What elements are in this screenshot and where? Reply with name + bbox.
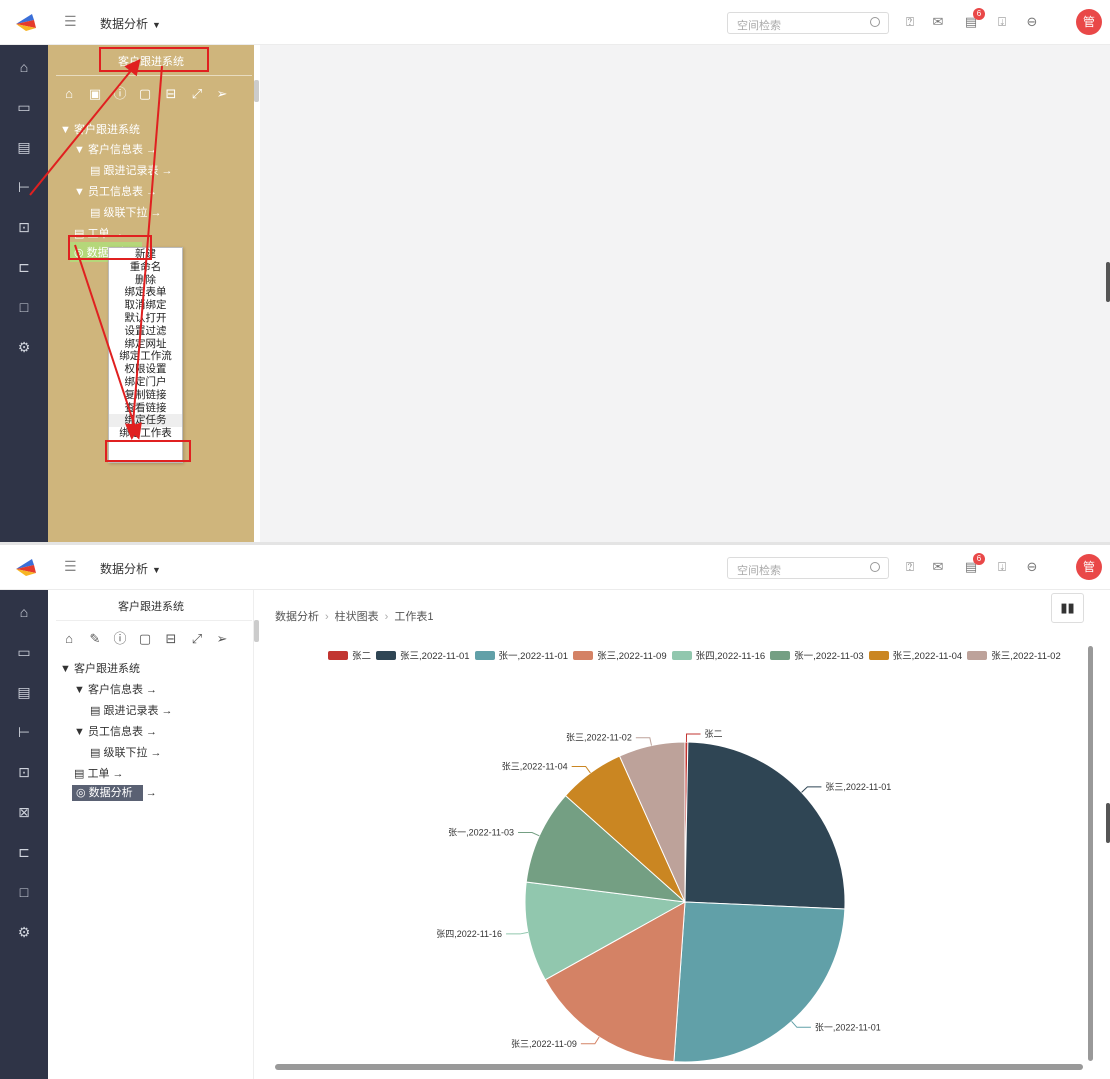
hierarchy-icon[interactable]: ⊢ — [14, 722, 34, 742]
shirt-icon[interactable]: ⍗ — [994, 559, 1010, 575]
screenshot-panel-chart: ☰ 数据分析 ▼ 空间检索 ⍰ ✉ ▤ 6 ⍗ ⊖ 管 ⌂ ▭ ▤ ⊢ ⊡ ⊠ ⊏ … — [0, 545, 1110, 1079]
slice-label: 张三,2022-11-04 — [502, 762, 568, 772]
slice-leader-line — [635, 737, 653, 746]
left-nav: ⌂ ▭ ▤ ⊢ ⊡ ⊠ ⊏ □ ⚙ — [0, 590, 48, 1079]
slice-leader-line — [580, 1036, 600, 1045]
app-title: 数据分析 — [100, 562, 149, 576]
horizontal-scrollbar[interactable] — [275, 1064, 1083, 1070]
search-icon — [870, 17, 880, 27]
tree-node-work-order[interactable]: ▤ 工单 → — [74, 765, 124, 781]
resize-handle[interactable] — [254, 620, 259, 642]
tree-node-data-analysis[interactable]: ◎ 数据分析 → — [72, 784, 157, 801]
slice-leader-line — [506, 931, 529, 935]
slice-label: 张三,2022-11-01 — [825, 782, 891, 792]
slice-label: 张四,2022-11-16 — [436, 929, 502, 939]
home-icon[interactable]: ⌂ — [14, 602, 34, 622]
pie-chart: 张二张三,2022-11-01 张一,2022-11-01 张三,2022-11-0… — [436, 729, 891, 1063]
arrow-right-icon: → — [146, 684, 158, 696]
home-icon[interactable]: ⌂ — [62, 632, 76, 646]
slice-leader-line — [571, 766, 591, 774]
app-logo — [16, 559, 36, 576]
annotation-arrows — [29, 58, 163, 440]
notification-badge: 6 — [973, 553, 985, 565]
shirt-icon[interactable]: ⍗ — [994, 14, 1010, 30]
slice-leader-line — [801, 786, 822, 793]
clipboard-icon[interactable]: ▤ — [14, 682, 34, 702]
search-input[interactable]: 空间检索 — [727, 557, 889, 579]
tree-panel: 客户跟进系统 ⌂ ✎ ⓘ ▢ ⊟ ⤢ ➢ ▼ 客户跟进系统 ▼ 客户信息表 → … — [48, 590, 254, 1079]
arrow-right-icon: → — [145, 787, 157, 799]
expand-icon[interactable]: ⤢ — [190, 632, 204, 646]
tree-node-cascade[interactable]: ▤ 级联下拉 → — [90, 744, 162, 760]
slice-label: 张一,2022-11-01 — [815, 1022, 881, 1032]
slice-label: 张三,2022-11-09 — [511, 1039, 577, 1049]
arrow-right-icon: → — [146, 726, 158, 738]
slice-label: 张一,2022-11-03 — [448, 828, 514, 838]
tree-node-label: 员工信息表 — [87, 726, 143, 738]
slice-label: 张三,2022-11-02 — [566, 733, 632, 743]
avatar[interactable]: 管 — [1076, 9, 1102, 35]
arrow-right-icon: → — [161, 705, 173, 717]
notification-badge: 6 — [973, 8, 985, 20]
presentation-icon[interactable]: ⊡ — [14, 762, 34, 782]
mail-icon[interactable]: ✉ — [930, 14, 946, 30]
settings-icon[interactable]: ⚙ — [14, 922, 34, 942]
tree-node-label: 客户信息表 — [87, 684, 143, 696]
main-area-empty — [260, 45, 1110, 542]
tree-node-label: 跟进记录表 — [103, 705, 159, 717]
vertical-scrollbar[interactable] — [1088, 646, 1093, 1061]
chart-icon[interactable]: ⊠ — [14, 802, 34, 822]
scroll-edge-marker — [1106, 262, 1110, 302]
slice-leader-line — [791, 1021, 811, 1028]
send-icon[interactable]: ➢ — [215, 632, 229, 646]
tree-node-label: 客户跟进系统 — [73, 663, 140, 675]
notification-icon[interactable]: ▤ 6 — [963, 8, 985, 30]
search-placeholder: 空间检索 — [737, 565, 781, 577]
slice-leader-line — [518, 832, 540, 837]
arrow-right-icon: → — [112, 768, 124, 780]
slice-label: 张二 — [705, 729, 723, 739]
tree-node-employee[interactable]: ▼ 员工信息表 → — [74, 723, 157, 739]
divider — [56, 620, 252, 621]
tree-node-followup[interactable]: ▤ 跟进记录表 → — [90, 702, 173, 718]
screenshot-panel-context-menu: ☰ 数据分析 ▼ 空间检索 ⍰ ✉ ▤ 6 ⍗ ⊖ 管 ⌂ ▭ ▤ ⊢ ⊡ ⊏ □ … — [0, 0, 1110, 542]
screen-icon[interactable]: □ — [14, 882, 34, 902]
edit-icon[interactable]: ✎ — [88, 632, 102, 646]
info-icon[interactable]: ⓘ — [113, 632, 127, 646]
search-input[interactable]: 空间检索 — [727, 12, 889, 34]
help-icon[interactable]: ⍰ — [902, 559, 918, 575]
export-icon[interactable]: ⊟ — [164, 632, 178, 646]
pie-slice[interactable] — [673, 901, 846, 1063]
file-icon[interactable]: ▢ — [138, 632, 152, 646]
menu-toggle-icon[interactable]: ☰ — [64, 558, 80, 574]
more-icon[interactable]: ⊖ — [1024, 14, 1040, 30]
pie-slice[interactable] — [684, 741, 846, 910]
caret-down-icon: ▼ — [152, 565, 161, 575]
mail-icon[interactable]: ✉ — [930, 559, 946, 575]
tree-node-label: 级联下拉 — [103, 747, 148, 759]
tree-node-customer-info[interactable]: ▼ 客户信息表 → — [74, 681, 157, 697]
avatar[interactable]: 管 — [1076, 554, 1102, 580]
slice-leader-line — [685, 733, 701, 743]
scroll-edge-marker — [1106, 803, 1110, 843]
tree-node-label: 工单 — [87, 768, 110, 780]
chart-panel: 数据分析 › 柱状图表 › 工作表1 ▮▮ 张二 张三,2022-11-01 张一,2022… — [260, 590, 1110, 1079]
app-switcher[interactable]: 数据分析 ▼ — [100, 560, 161, 577]
more-icon[interactable]: ⊖ — [1024, 559, 1040, 575]
top-bar: ☰ 数据分析 ▼ 空间检索 ⍰ ✉ ▤ 6 ⍗ ⊖ 管 — [0, 545, 1110, 590]
search-icon — [870, 562, 880, 572]
search-placeholder: 空间检索 — [737, 20, 781, 32]
help-icon[interactable]: ⍰ — [902, 14, 918, 30]
tree-node-label: 数据分析 — [88, 787, 133, 799]
notification-icon[interactable]: ▤ 6 — [963, 553, 985, 575]
tree-node-system[interactable]: ▼ 客户跟进系统 — [60, 660, 140, 676]
monitor-icon[interactable]: ▭ — [14, 642, 34, 662]
flow-icon[interactable]: ⊏ — [14, 842, 34, 862]
arrow-right-icon: → — [150, 747, 162, 759]
selected-node-pill: ◎ 数据分析 — [72, 785, 143, 801]
tree-title: 客户跟进系统 — [118, 601, 184, 613]
